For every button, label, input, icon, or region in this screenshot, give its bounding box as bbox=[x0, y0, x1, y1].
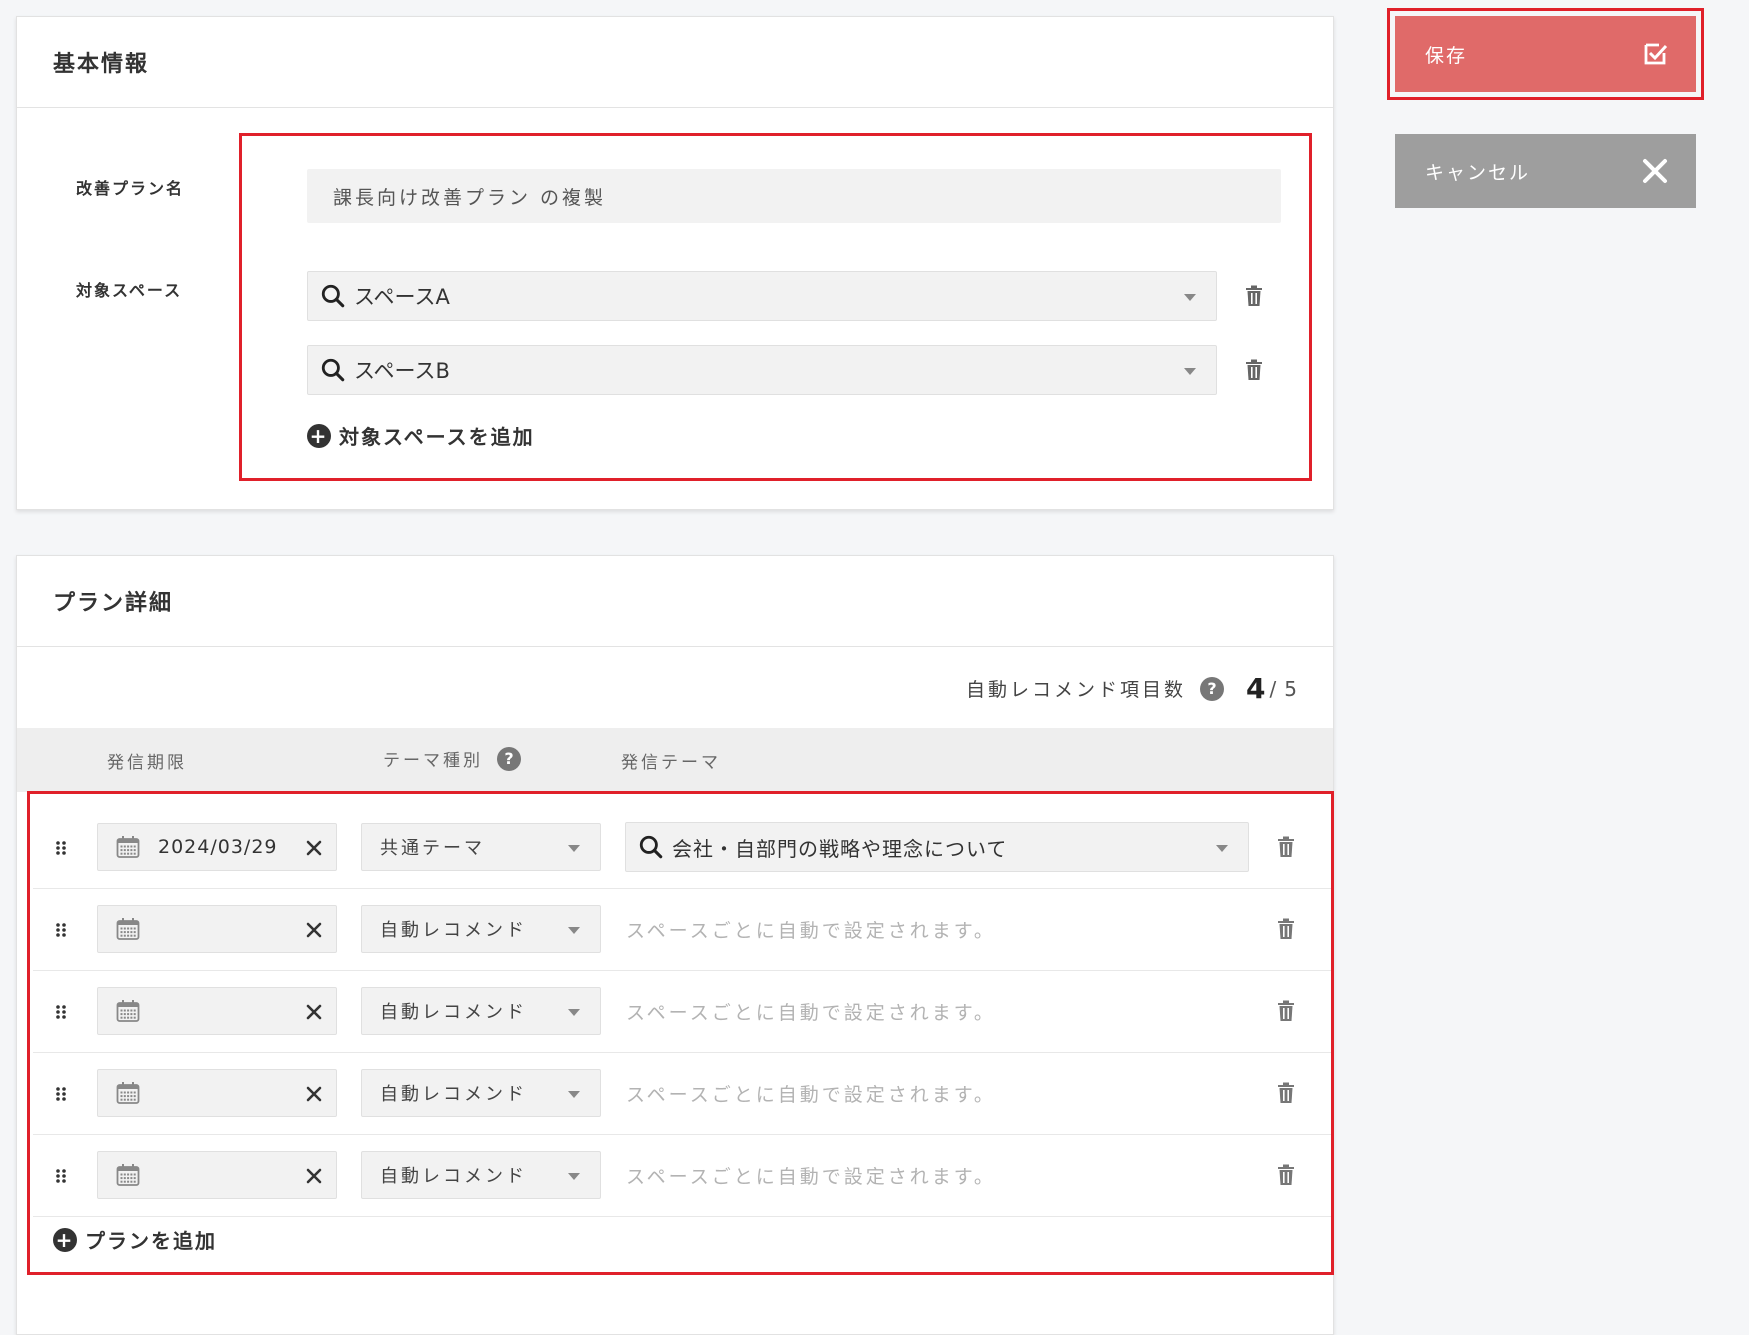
save-button[interactable]: 保存 bbox=[1395, 16, 1696, 92]
column-deadline: 発信期限 bbox=[107, 753, 187, 773]
auto-count-label: 自動レコメンド項目数 bbox=[966, 679, 1187, 701]
column-theme: 発信テーマ bbox=[621, 753, 721, 773]
plan-detail-card: プラン詳細 自動レコメンド項目数 ? 4 / 5 発信期限 テーマ種別 ? 発信… bbox=[16, 555, 1334, 1335]
plan-name-label: 改善プラン名 bbox=[76, 179, 185, 198]
cancel-label: キャンセル bbox=[1425, 161, 1531, 184]
table-header: 発信期限 テーマ種別 ? 発信テーマ bbox=[17, 728, 1333, 792]
highlight-box-plan bbox=[27, 791, 1334, 1275]
save-label: 保存 bbox=[1425, 44, 1468, 67]
target-space-label: 対象スペース bbox=[76, 281, 183, 300]
cancel-button[interactable]: キャンセル bbox=[1395, 134, 1696, 208]
help-icon[interactable]: ? bbox=[497, 746, 521, 771]
basic-info-title: 基本情報 bbox=[17, 17, 1333, 108]
column-theme-type-label: テーマ種別 bbox=[383, 751, 483, 771]
auto-count-current: 4 bbox=[1246, 672, 1266, 705]
close-icon bbox=[1643, 159, 1667, 183]
auto-count-max: 5 bbox=[1284, 676, 1297, 701]
help-icon[interactable]: ? bbox=[1200, 676, 1225, 701]
plan-detail-title: プラン詳細 bbox=[17, 556, 1333, 647]
column-theme-type: テーマ種別 ? bbox=[383, 746, 521, 771]
highlight-box-basic bbox=[239, 133, 1312, 481]
checkbox-check-icon bbox=[1644, 43, 1668, 65]
auto-count-separator: / bbox=[1269, 676, 1277, 701]
basic-info-card: 基本情報 改善プラン名 対象スペース 課長向け改善プラン の複製 スペースA ス… bbox=[16, 16, 1334, 510]
auto-recommend-counter: 自動レコメンド項目数 ? 4 / 5 bbox=[966, 672, 1297, 705]
